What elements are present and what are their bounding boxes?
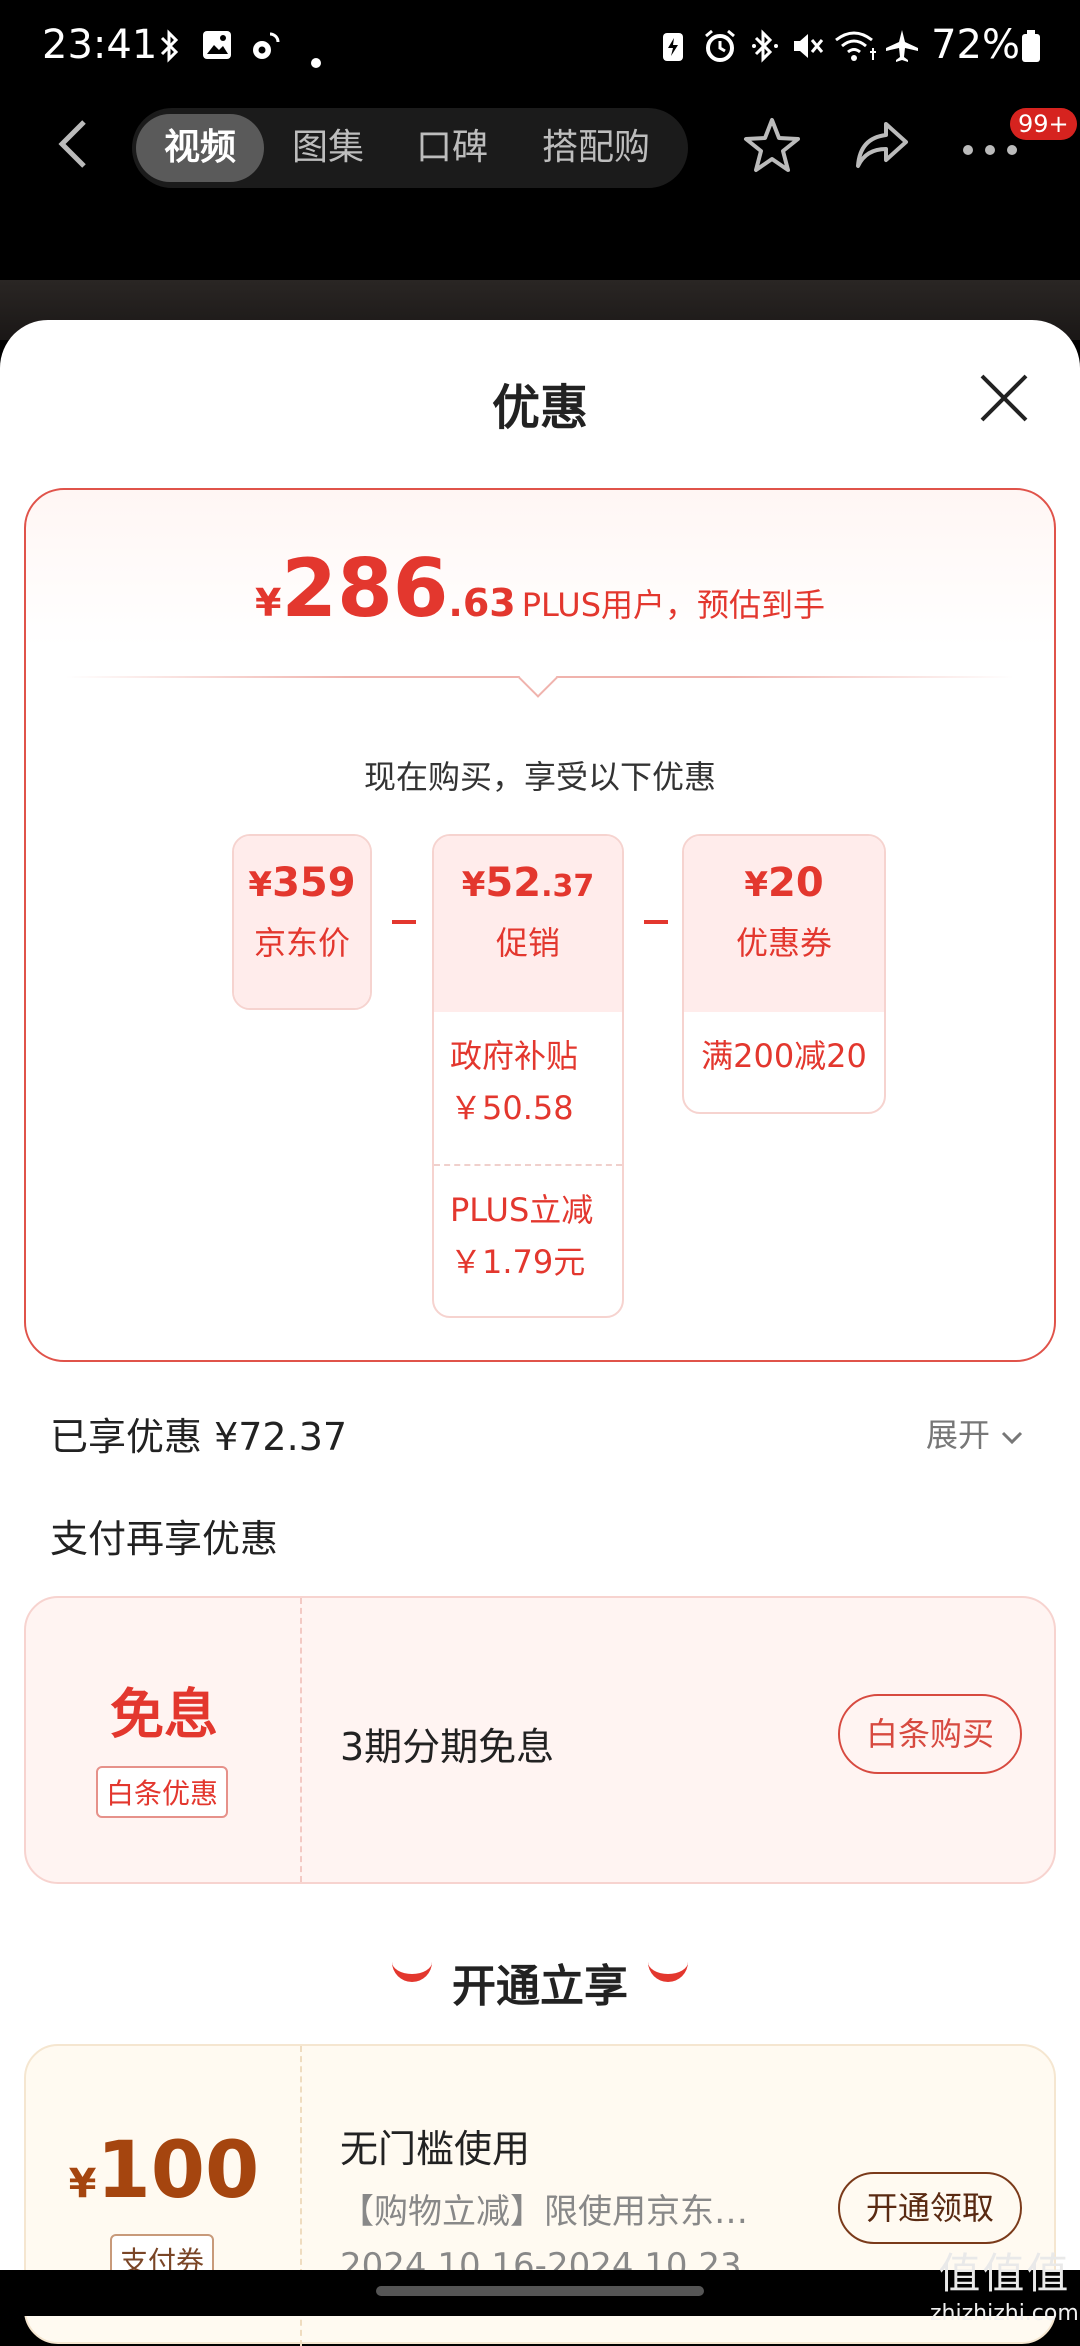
pay-coupon-symbol: ¥ bbox=[68, 2161, 97, 2207]
subsidy-amount: ￥50.58 bbox=[450, 1089, 574, 1127]
tab-bundle[interactable]: 搭配购 bbox=[526, 108, 666, 188]
pay-coupon-title: 无门槛使用 bbox=[340, 2127, 531, 2171]
estimate-decimal: .63 bbox=[448, 581, 516, 625]
discount-sheet: 优惠 ¥286.63 PLUS用户，预估到手 现在购买，享受以下优惠 ¥359 京… bbox=[0, 320, 1080, 2346]
pay-coupon-description: 【购物立减】限使用京东支... bbox=[340, 2192, 780, 2232]
open-and-claim-button[interactable]: 开通领取 bbox=[838, 2172, 1022, 2244]
notification-badge: 99+ bbox=[1010, 108, 1077, 140]
settings-sync-icon bbox=[248, 28, 284, 73]
coupon-symbol: ¥ bbox=[744, 865, 768, 905]
expand-button[interactable]: 展开 bbox=[926, 1410, 1024, 1456]
promo-item-subsidy: 政府补贴 ￥50.58 bbox=[434, 1012, 622, 1164]
tab-reviews[interactable]: 口碑 bbox=[404, 108, 500, 188]
promotion-card: ¥52.37 促销 政府补贴 ￥50.58 PLUS立减 ￥1.79元 bbox=[432, 834, 624, 1318]
gesture-bar bbox=[0, 2270, 1080, 2316]
minus-sign bbox=[644, 920, 668, 924]
gallery-icon bbox=[200, 28, 234, 71]
chevron-down-icon bbox=[1002, 1431, 1023, 1445]
coupon-label: 优惠券 bbox=[735, 924, 832, 962]
buy-now-text: 现在购买，享受以下优惠 bbox=[363, 758, 716, 796]
bluetooth-icon bbox=[158, 28, 182, 73]
top-navigation: 视频 图集 口碑 搭配购 99+ bbox=[0, 96, 1080, 226]
battery-saver-icon bbox=[660, 28, 686, 73]
coupon-card: ¥20 优惠券 满200减20 bbox=[682, 834, 886, 1114]
installment-description: 3期分期免息 bbox=[340, 1725, 555, 1769]
coupon-detail: 满200减20 bbox=[701, 1037, 867, 1075]
pay-coupon-amount: ¥100 bbox=[26, 2126, 302, 2216]
plus-amount: ￥1.79元 bbox=[450, 1243, 586, 1281]
estimated-price: ¥286.63 PLUS用户，预估到手 bbox=[26, 542, 1054, 635]
home-indicator[interactable] bbox=[376, 2286, 704, 2296]
status-bar: 23:41 72% bbox=[0, 0, 1080, 96]
estimate-currency: ¥ bbox=[254, 581, 282, 625]
estimate-integer: 286 bbox=[281, 542, 449, 635]
more-dots-icon bbox=[963, 145, 1017, 155]
price-breakdown-box: ¥286.63 PLUS用户，预估到手 现在购买，享受以下优惠 ¥359 京东价 … bbox=[24, 488, 1056, 1362]
watermark-url: zhizhizhi.com bbox=[930, 2301, 1079, 2326]
subsidy-title: 政府补贴 bbox=[450, 1037, 579, 1075]
pay-coupon-value: 100 bbox=[96, 2126, 260, 2216]
promo-item-plus: PLUS立减 ￥1.79元 bbox=[434, 1164, 622, 1306]
interest-left-panel: 免息 白条优惠 bbox=[26, 1598, 302, 1882]
battery-icon bbox=[1020, 28, 1042, 73]
baitiao-tag: 白条优惠 bbox=[96, 1766, 229, 1818]
watermark-logo: 值值值 bbox=[938, 2249, 1071, 2298]
pay-more-title: 支付再享优惠 bbox=[50, 1517, 279, 1561]
tab-bar: 视频 图集 口碑 搭配购 bbox=[132, 108, 688, 188]
coupon-amount: 20 bbox=[768, 860, 824, 906]
estimate-description: PLUS用户，预估到手 bbox=[521, 586, 826, 624]
promo-label: 促销 bbox=[495, 924, 560, 962]
promo-decimal: .37 bbox=[541, 869, 595, 904]
sheet-title: 优惠 bbox=[491, 380, 588, 436]
promo-amount: 52 bbox=[485, 860, 542, 906]
expand-label: 展开 bbox=[926, 1416, 991, 1454]
back-button[interactable] bbox=[52, 114, 108, 178]
open-section-title: 开通立享 bbox=[452, 1961, 628, 2012]
bluetooth-connected-icon bbox=[750, 28, 780, 73]
plus-title: PLUS立减 bbox=[450, 1191, 594, 1229]
share-icon bbox=[856, 122, 908, 168]
star-icon bbox=[744, 118, 800, 172]
status-time: 23:41 bbox=[42, 22, 158, 68]
promo-symbol: ¥ bbox=[461, 865, 486, 905]
jd-price-label: 京东价 bbox=[253, 924, 350, 962]
share-button[interactable] bbox=[852, 118, 912, 178]
watermark: 值值值 zhizhizhi.com bbox=[930, 2240, 1079, 2326]
jd-price-card: ¥359 京东价 bbox=[232, 834, 372, 1010]
favorite-button[interactable] bbox=[740, 114, 804, 182]
battery-percent: 72% bbox=[931, 22, 1020, 68]
interest-free-card: 免息 白条优惠 3期分期免息 白条购买 bbox=[24, 1596, 1056, 1884]
jd-price-symbol: ¥ bbox=[248, 865, 273, 905]
dot-icon bbox=[310, 38, 322, 78]
interest-headline: 免息 bbox=[110, 1683, 218, 1746]
back-arrow-icon bbox=[58, 120, 86, 168]
alarm-icon bbox=[702, 28, 738, 73]
baitiao-buy-button[interactable]: 白条购买 bbox=[838, 1694, 1022, 1774]
close-button[interactable] bbox=[976, 370, 1036, 430]
divider-notch bbox=[518, 658, 558, 698]
minus-sign bbox=[392, 920, 416, 924]
mute-icon bbox=[790, 28, 826, 73]
close-icon bbox=[980, 374, 1028, 422]
airplane-icon bbox=[884, 28, 920, 73]
tab-gallery[interactable]: 图集 bbox=[280, 108, 376, 188]
wifi-icon bbox=[834, 28, 878, 73]
enjoyed-discount: 已享优惠 ¥72.37 bbox=[50, 1415, 348, 1459]
jd-price-amount: 359 bbox=[272, 860, 356, 906]
tab-video[interactable]: 视频 bbox=[136, 114, 264, 182]
